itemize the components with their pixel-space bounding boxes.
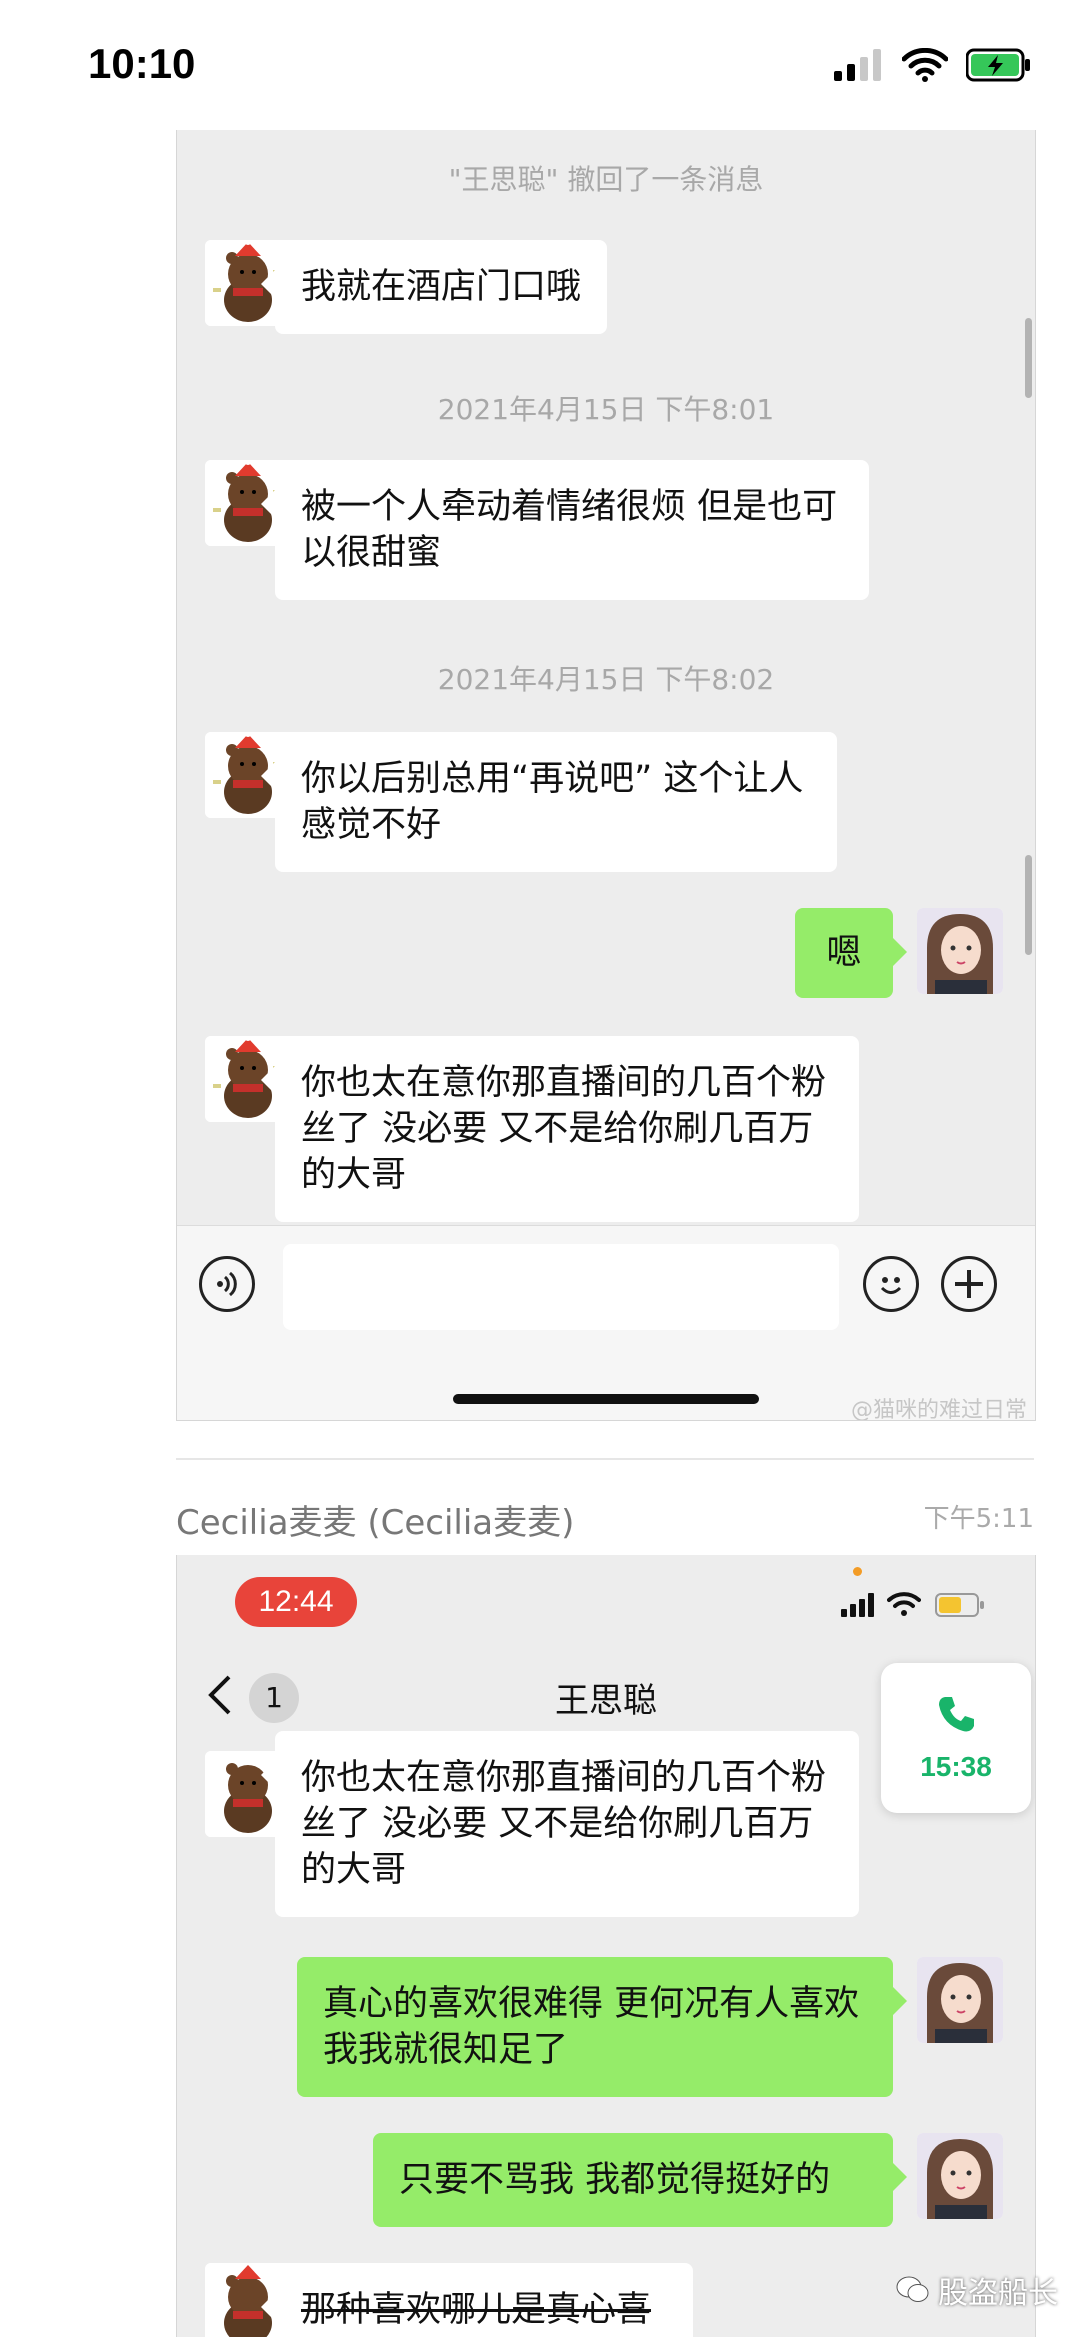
user-avatar [917, 1957, 1003, 2043]
scroll-indicator[interactable] [1025, 318, 1032, 398]
signal-icon [834, 49, 881, 81]
emoji-button[interactable] [863, 1256, 919, 1312]
forward-sender-name: Cecilia麦麦 (Cecilia麦麦) [176, 1503, 575, 1543]
call-timer: 15:38 [920, 1751, 992, 1782]
message-bubble: 你也太在意你那直播间的几百个粉丝了 没必要 又不是给你刷几百万的大哥 [261, 1036, 859, 1222]
wifi-icon [902, 48, 948, 82]
status-time-pill: 12:44 [235, 1577, 357, 1627]
forward-time: 下午5:11 [923, 1504, 1034, 1534]
phone-icon [939, 1697, 974, 1732]
user-avatar [917, 2133, 1003, 2219]
wifi-icon [887, 1592, 921, 1616]
chat-input-bar: @猫咪的难过日常 [177, 1225, 1035, 1421]
voice-icon [217, 1271, 237, 1297]
chat-screenshot-2: 12:44 1 王思聪 15:38 你也太在意你那直播间的几百个粉丝了 没必要 … [176, 1555, 1036, 2337]
signal-icon [841, 1593, 874, 1617]
message-input[interactable] [283, 1244, 839, 1330]
watermark-text: 股盗船长 [938, 2276, 1058, 2311]
scroll-indicator[interactable] [1025, 855, 1032, 955]
message-bubble-sent: 嗯 [795, 908, 907, 998]
voice-button[interactable] [199, 1256, 255, 1312]
battery-charging-icon [966, 48, 1030, 82]
message-bubble: 那种喜欢哪儿是真心喜欢 [261, 2263, 693, 2337]
timestamp: 2021年4月15日 下午8:01 [437, 393, 775, 426]
user-avatar [917, 908, 1003, 994]
battery-icon [935, 1593, 984, 1617]
privacy-indicator [853, 1567, 862, 1576]
message-bubble: 被一个人牵动着情绪很烦 但是也可以很甜蜜 [261, 460, 869, 600]
floating-call-window[interactable]: 15:38 [881, 1663, 1031, 1813]
plus-icon [955, 1270, 983, 1298]
message-bubble: 你以后别总用“再说吧” 这个让人感觉不好 [261, 732, 837, 872]
recall-notice: "王思聪" 撤回了一条消息 [448, 163, 764, 196]
status-time: 10:10 [88, 40, 196, 87]
message-bubble-sent: 真心的喜欢很难得 更何况有人喜欢我我就很知足了 [297, 1957, 907, 2097]
wechat-watermark: 股盗船长 [896, 2268, 1058, 2312]
girl-avatar-icon [917, 1957, 1003, 2043]
message-bubble: 我就在酒店门口哦 [260, 240, 608, 334]
timestamp: 2021年4月15日 下午8:02 [437, 663, 775, 696]
divider [176, 1458, 1034, 1460]
message-bubble: 你也太在意你那直播间的几百个粉丝了 没必要 又不是给你刷几百万的大哥 [261, 1731, 859, 1917]
status-bar: 10:10 [0, 0, 1080, 130]
message-bubble-sent: 只要不骂我 我都觉得挺好的 [373, 2133, 907, 2227]
girl-avatar-icon [917, 2133, 1003, 2219]
status-icons [834, 48, 1032, 82]
girl-avatar-icon [917, 908, 1003, 994]
weibo-watermark: @猫咪的难过日常 [850, 1398, 1027, 1421]
home-indicator [453, 1394, 759, 1404]
emoji-icon [880, 1277, 902, 1294]
more-button[interactable] [941, 1256, 997, 1312]
wechat-icon [896, 2276, 929, 2302]
chat-screenshot-1: "王思聪" 撤回了一条消息 我就在酒店门口哦 2021年4月15日 下午8:01 [176, 130, 1036, 1421]
